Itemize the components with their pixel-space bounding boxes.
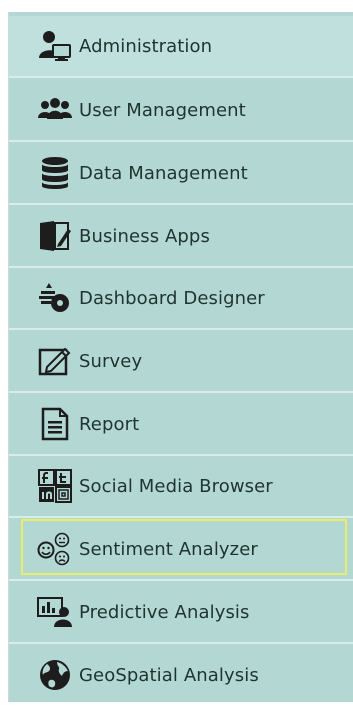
menu-item-sentiment-analyzer[interactable]: Sentiment Analyzer — [9, 519, 353, 581]
dashboard-designer-icon — [33, 280, 77, 316]
menu-item-label: Data Management — [79, 162, 248, 184]
predictive-analysis-icon — [33, 594, 77, 630]
menu-item-business-apps[interactable]: Business Apps — [9, 206, 353, 268]
sentiment-faces-icon — [33, 531, 77, 567]
report-document-icon — [33, 406, 77, 442]
menu-item-label: Business Apps — [79, 225, 210, 247]
menu-item-label: User Management — [79, 99, 246, 121]
social-media-icon — [33, 468, 77, 504]
menu-item-geospatial-analysis[interactable]: GeoSpatial Analysis — [9, 644, 353, 706]
menu-item-report[interactable]: Report — [9, 394, 353, 456]
menu-item-label: Survey — [79, 350, 143, 372]
menu-item-social-media-browser[interactable]: Social Media Browser — [9, 456, 353, 518]
users-group-icon — [33, 92, 77, 128]
menu-item-label: Administration — [79, 35, 213, 57]
survey-edit-icon — [33, 343, 77, 379]
globe-icon — [33, 657, 77, 693]
menu-item-administration[interactable]: Administration — [9, 16, 353, 78]
menu-item-dashboard-designer[interactable]: Dashboard Designer — [9, 268, 353, 330]
menu-item-label: GeoSpatial Analysis — [79, 664, 259, 686]
menu-item-data-management[interactable]: Data Management — [9, 143, 353, 205]
admin-user-monitor-icon — [33, 28, 77, 64]
sidebar-menu: Administration User Management Data Mana… — [8, 12, 353, 702]
menu-item-survey[interactable]: Survey — [9, 331, 353, 393]
menu-item-label: Social Media Browser — [79, 475, 273, 497]
menu-item-user-management[interactable]: User Management — [9, 80, 353, 142]
menu-item-label: Predictive Analysis — [79, 601, 250, 623]
menu-item-predictive-analysis[interactable]: Predictive Analysis — [9, 582, 353, 644]
database-icon — [33, 155, 77, 191]
menu-item-label: Sentiment Analyzer — [79, 538, 258, 560]
menu-item-label: Dashboard Designer — [79, 287, 265, 309]
menu-item-label: Report — [79, 413, 140, 435]
folder-apps-icon — [33, 218, 77, 254]
